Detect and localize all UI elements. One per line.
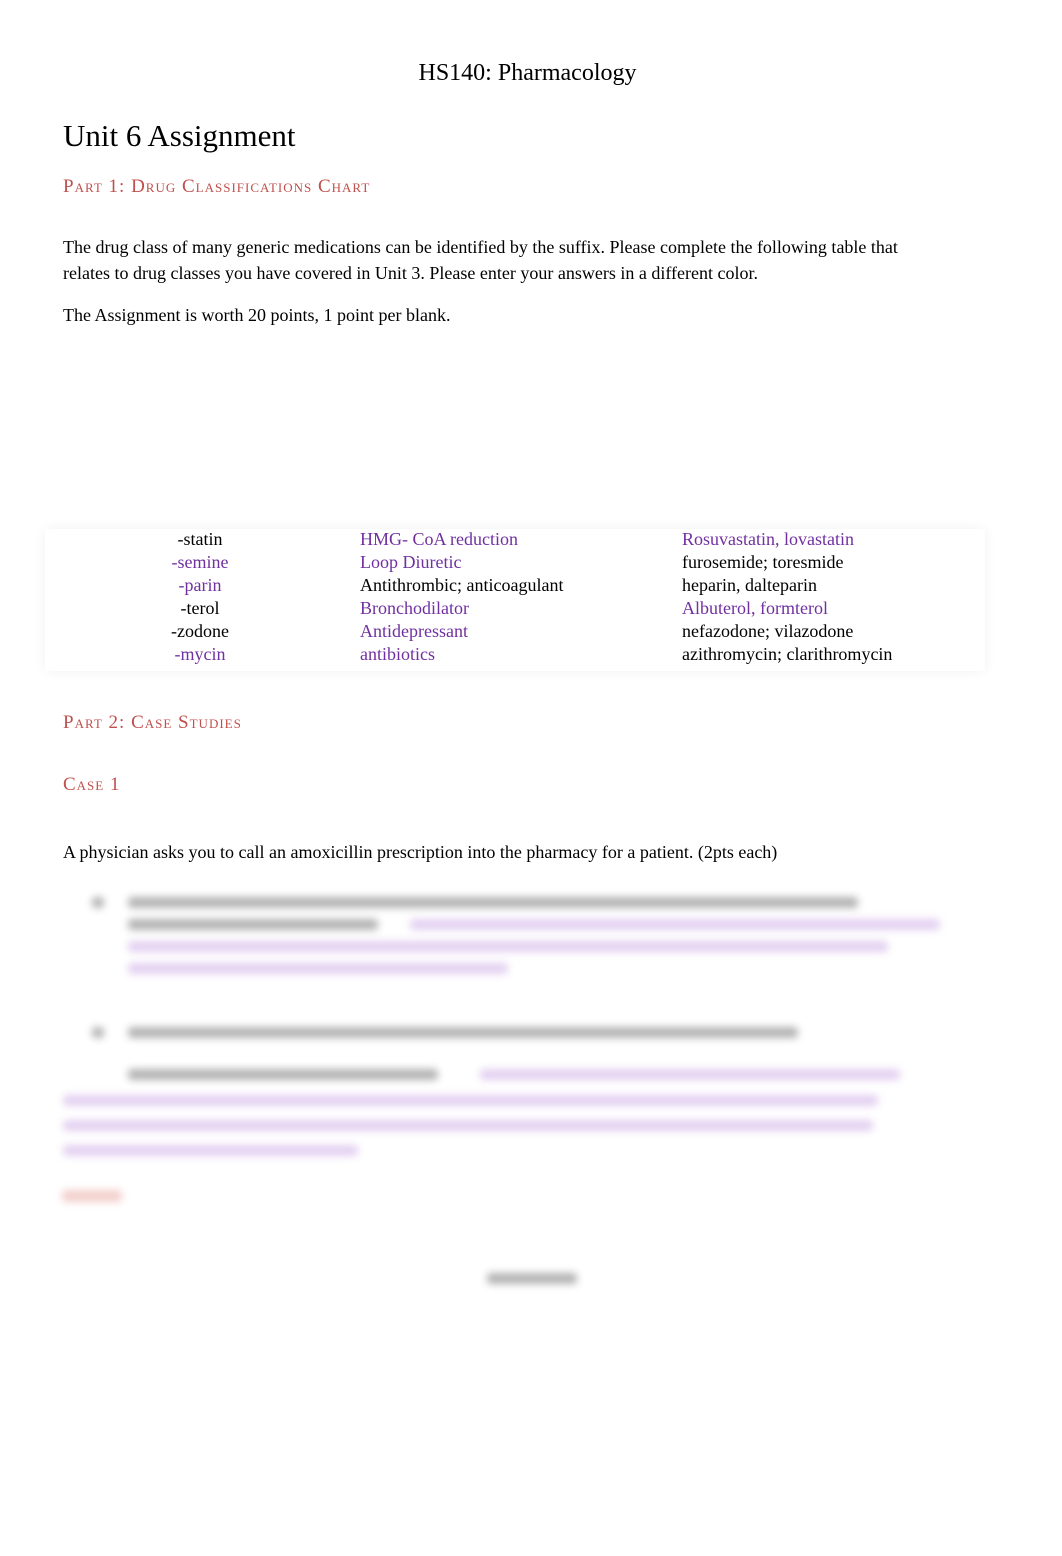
cell-class: HMG- CoA reduction (360, 529, 518, 549)
cell-class: Antithrombic; anticoagulant (360, 575, 564, 595)
cell-suffix: -zodone (171, 621, 229, 641)
table-row: -statin HMG- CoA reduction Rosuvastatin, l… (45, 529, 985, 552)
cell-examples: heparin, dalteparin (682, 575, 817, 595)
case1-heading: Case 1 (63, 774, 121, 795)
cell-class: antibiotics (360, 644, 435, 664)
cell-examples: nefazodone; vilazodone (682, 621, 854, 641)
blurred-case2-heading (62, 1190, 122, 1202)
course-header: HS140: Pharmacology (418, 60, 637, 86)
part2-heading: Part 2: Case Studies (63, 712, 242, 733)
page-title: Unit 6 Assignment (63, 118, 296, 153)
part1-heading: Part 1: Drug Classifications Chart (63, 176, 371, 197)
cell-class: Bronchodilator (360, 598, 469, 618)
table-row: -zodone Antidepressant nefazodone; vilazod… (45, 621, 985, 644)
cell-suffix: -parin (178, 575, 222, 595)
cell-examples: azithromycin; clarithromycin (682, 644, 893, 664)
part1-intro: The drug class of many generic medicatio… (63, 237, 898, 283)
blurred-page-number (487, 1273, 577, 1284)
table-row: -terol Bronchodilator Albuterol, formterol (45, 598, 985, 621)
table-row: -mycin antibiotics azithromycin; clarithro… (45, 644, 985, 667)
cell-examples: furosemide; toresmide (682, 552, 844, 572)
cell-examples: Rosuvastatin, lovastatin (682, 529, 854, 549)
cell-suffix: -mycin (174, 644, 226, 664)
cell-suffix: -statin (177, 529, 223, 549)
case1-intro: A physician asks you to call an amoxicil… (63, 842, 778, 862)
points-note: The Assignment is worth 20 points, 1 poi… (63, 305, 451, 325)
cell-suffix: -semine (171, 552, 229, 572)
table-row: -parin Antithrombic; anticoagulant heparin… (45, 575, 985, 598)
cell-class: Loop Diuretic (360, 552, 462, 572)
cell-suffix: -terol (180, 598, 220, 618)
cell-class: Antidepressant (360, 621, 468, 641)
drug-classification-table: -statin HMG- CoA reduction Rosuvastatin, l… (45, 529, 985, 671)
table-row: -semine Loop Diuretic furosemide; toresmid… (45, 552, 985, 575)
cell-examples: Albuterol, formterol (682, 598, 828, 618)
